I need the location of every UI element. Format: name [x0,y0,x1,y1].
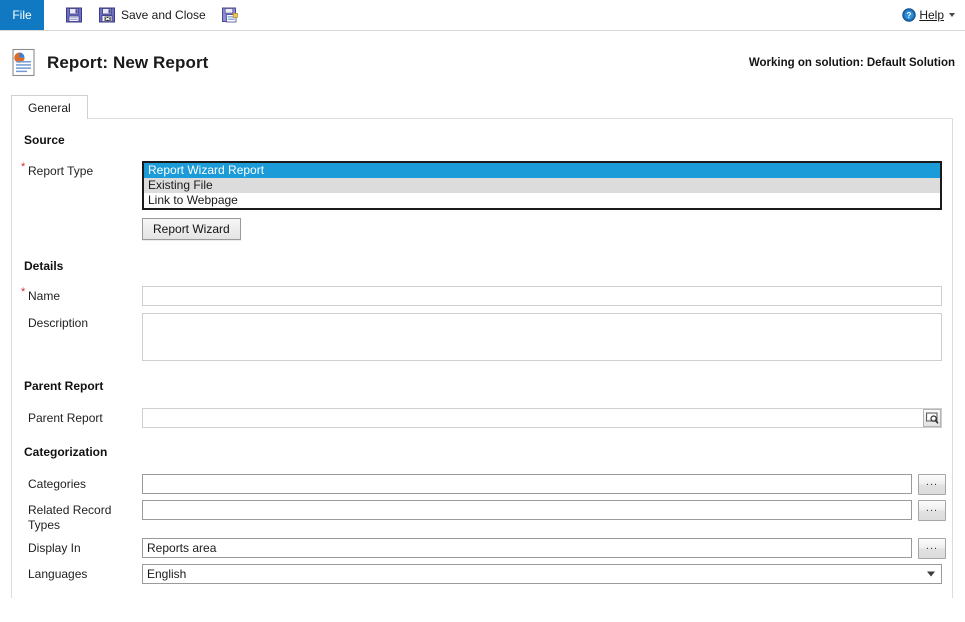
related-record-types-input[interactable] [142,500,912,520]
report-type-label: * Report Type [12,161,142,179]
lookup-magnifier-icon [926,412,939,424]
field-row-categories: Categories ... [12,474,952,495]
description-label: Description [28,316,89,330]
field-row-parent-report: Parent Report [12,408,952,428]
description-textarea[interactable] [142,313,942,361]
toolbar-commands: Save and Close [44,0,244,30]
parent-report-lookup [142,408,942,428]
section-heading-details: Details [24,259,64,273]
tab-general[interactable]: General [11,95,88,119]
chevron-down-icon [949,13,955,17]
languages-label: Languages [28,567,88,581]
listbox-option-existing-file[interactable]: Existing File [144,178,940,193]
save-as-button[interactable] [216,4,244,26]
display-in-label: Display In [28,541,81,555]
section-heading-categorization: Categorization [24,445,108,459]
top-toolbar: File Save and Close ? Help [0,0,965,31]
related-record-types-label: Related Record Types [28,503,112,532]
page-title: Report: New Report [47,53,209,72]
save-close-floppy-icon [99,7,115,23]
listbox-option-link-to-webpage[interactable]: Link to Webpage [144,193,940,208]
section-heading-parent-report: Parent Report [24,379,104,393]
categories-browse-button[interactable]: ... [918,474,946,495]
page-header: Report: New Report Working on solution: … [0,31,965,95]
report-wizard-button[interactable]: Report Wizard [142,218,241,240]
name-input[interactable] [142,286,942,306]
required-asterisk: * [21,286,26,298]
languages-select[interactable] [142,564,942,584]
related-record-types-browse-button[interactable]: ... [918,500,946,521]
listbox-option-report-wizard-report[interactable]: Report Wizard Report [144,163,940,178]
help-label: Help [919,8,944,22]
display-in-input[interactable] [142,538,912,558]
categories-label: Categories [28,477,87,491]
report-type-listbox[interactable]: Report Wizard Report Existing File Link … [142,161,942,210]
save-floppy-icon [66,7,82,23]
field-row-name: * Name [12,286,952,306]
parent-report-input[interactable] [142,408,942,428]
categories-input[interactable] [142,474,912,494]
help-text: Help [919,8,944,22]
help-button[interactable]: ? Help [902,0,955,30]
field-row-report-type: * Report Type Report Wizard Report Exist… [12,161,952,210]
save-and-close-label: Save and Close [121,8,206,22]
solution-note: Working on solution: Default Solution [748,57,955,69]
section-heading-source: Source [24,133,65,147]
tab-strip: General [11,95,965,119]
svg-text:?: ? [907,11,912,20]
parent-report-label: Parent Report [28,411,103,425]
report-wizard-row: Report Wizard [12,218,952,240]
save-as-icon [221,7,238,23]
form-body: Source * Report Type Report Wizard Repor… [11,119,953,598]
field-row-related-record-types: Related Record Types ... [12,500,952,533]
field-row-languages: Languages [12,564,952,584]
report-type-label-text: Report Type [28,164,94,178]
languages-select-wrap [142,564,942,584]
name-label: * Name [12,286,142,304]
required-asterisk: * [21,161,26,173]
save-and-close-button[interactable]: Save and Close [93,4,211,26]
save-button[interactable] [60,4,88,26]
help-question-icon: ? [902,8,917,22]
report-document-icon [12,48,35,77]
name-label-text: Name [28,289,61,303]
parent-report-lookup-button[interactable] [923,409,941,427]
field-row-description: Description [12,313,952,361]
field-row-display-in: Display In ... [12,538,952,559]
display-in-browse-button[interactable]: ... [918,538,946,559]
file-tab[interactable]: File [0,0,44,30]
